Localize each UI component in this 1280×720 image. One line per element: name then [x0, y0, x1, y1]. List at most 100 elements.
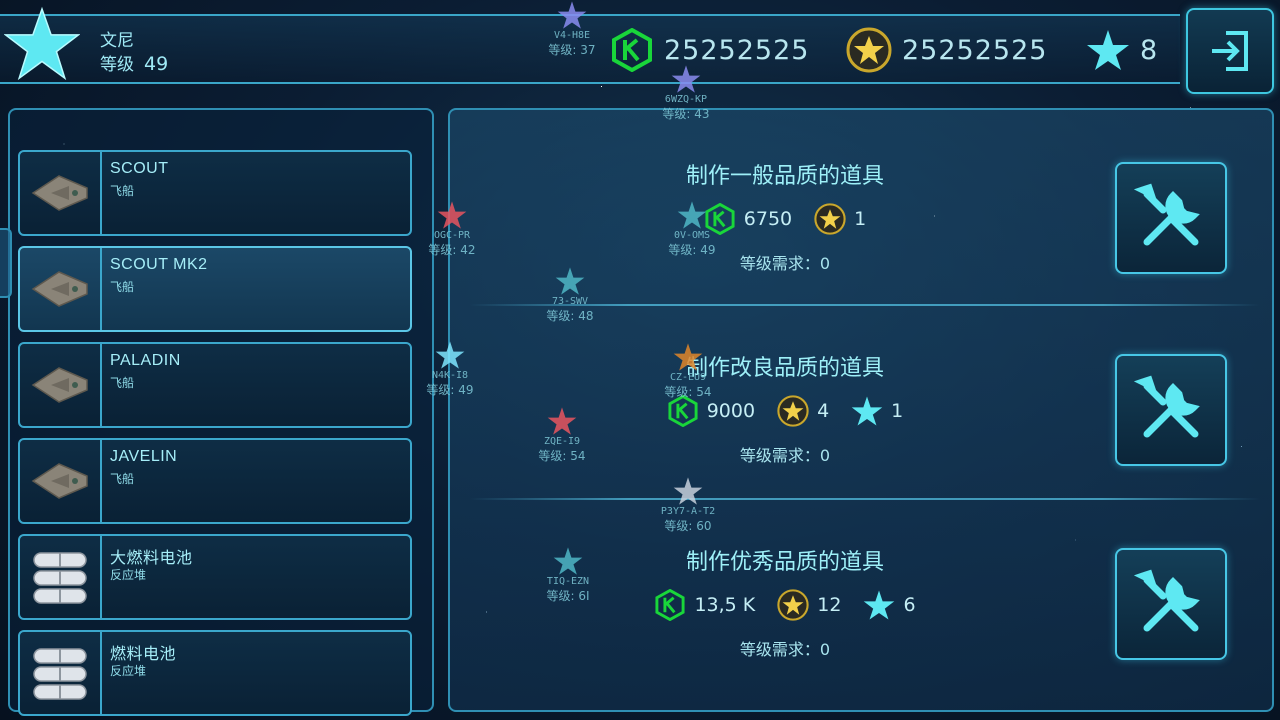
map-marker[interactable]: N4K-I8 等级: 49 — [418, 340, 482, 398]
marker-star-icon — [437, 201, 467, 229]
map-marker[interactable]: ZQE-I9 等级: 54 — [530, 406, 594, 464]
item-type: 飞船 — [110, 376, 135, 390]
marker-level: 等级: 54 — [664, 385, 712, 399]
item-thumbnail — [20, 248, 102, 330]
requirement-label: 等级需求： — [739, 446, 820, 465]
credit-hex-icon — [612, 28, 652, 72]
item-thumbnail — [20, 536, 102, 618]
marker-star-icon — [555, 267, 585, 295]
marker-level: 等级: 49 — [668, 243, 716, 257]
gold-star-coin-icon — [777, 395, 809, 427]
level-value: 49 — [144, 53, 169, 75]
marker-star-icon — [677, 201, 707, 229]
section-divider — [470, 498, 1260, 500]
marker-star-icon — [553, 547, 583, 575]
item-thumbnail — [20, 440, 102, 522]
item-type: 反应堆 — [110, 568, 147, 582]
map-marker[interactable]: 6WZQ-KP 等级: 43 — [654, 64, 718, 122]
marker-star-icon — [673, 343, 703, 371]
craft-button[interactable] — [1115, 548, 1227, 660]
item-type: 飞船 — [110, 280, 135, 294]
marker-code: N4K-I8 — [431, 370, 469, 381]
map-marker[interactable]: 73-SWV 等级: 48 — [538, 266, 602, 324]
item-name: SCOUT — [110, 160, 169, 177]
map-marker[interactable]: TIQ-EZN 等级: 6I — [536, 546, 600, 604]
map-marker[interactable]: P3Y7-A-T2 等级: 60 — [656, 476, 720, 534]
ship-icon — [31, 271, 88, 307]
item-type: 飞船 — [110, 472, 135, 486]
credit-cost: 6750 — [743, 208, 793, 230]
marker-star-icon — [673, 477, 703, 505]
map-marker[interactable]: V4-H8E 等级: 37 — [540, 0, 604, 58]
tools-icon — [1133, 569, 1200, 632]
tools-icon — [1133, 375, 1200, 438]
cyan-star-icon — [1087, 30, 1129, 70]
exit-button[interactable] — [1186, 8, 1274, 94]
marker-code: 0V-OMS — [673, 230, 711, 241]
marker-level: 等级: 60 — [664, 519, 712, 533]
craft-button[interactable] — [1115, 162, 1227, 274]
item-card[interactable]: 大燃料电池 反应堆 — [18, 534, 412, 620]
marker-level: 等级: 49 — [426, 383, 474, 397]
level-label: 等级 — [100, 55, 134, 75]
marker-code: P3Y7-A-T2 — [660, 506, 716, 517]
marker-star-icon — [547, 407, 577, 435]
marker-level: 等级: 48 — [546, 309, 594, 323]
item-thumbnail — [20, 344, 102, 426]
item-thumbnail — [20, 632, 102, 714]
marker-star-icon — [557, 1, 587, 29]
fuel-cell-icon — [33, 552, 87, 604]
item-type: 反应堆 — [110, 664, 147, 678]
marker-star-icon — [671, 65, 701, 93]
item-card[interactable]: PALADIN 飞船 — [18, 342, 412, 428]
map-marker[interactable]: 0V-OMS 等级: 49 — [660, 200, 724, 258]
item-thumbnail — [20, 152, 102, 234]
gold-star-coin-icon — [777, 589, 809, 621]
marker-level: 等级: 6I — [546, 589, 590, 603]
requirement-label: 等级需求： — [739, 254, 820, 273]
fuel-cell-icon — [33, 648, 87, 700]
marker-code: OGC-PR — [433, 230, 471, 241]
cyan-star-icon — [851, 396, 883, 426]
requirement-label: 等级需求： — [739, 640, 820, 659]
craft-button[interactable] — [1115, 354, 1227, 466]
cyan-star-icon — [864, 590, 895, 620]
level-requirement: 等级需求：0 — [590, 442, 980, 466]
requirement-value: 0 — [819, 254, 831, 273]
map-marker[interactable]: OGC-PR 等级: 42 — [420, 200, 484, 258]
marker-code: V4-H8E — [553, 30, 591, 41]
item-card[interactable]: 燃料电池 反应堆 — [18, 630, 412, 716]
coin-cost: 4 — [817, 400, 830, 422]
coins-value: 25252525 — [902, 34, 1048, 66]
marker-code: 73-SWV — [551, 296, 589, 307]
marker-code: TIQ-EZN — [546, 576, 590, 587]
item-card[interactable]: SCOUT 飞船 — [18, 150, 412, 236]
star-cost: 6 — [903, 594, 916, 616]
item-card[interactable]: SCOUT MK2 飞船 — [18, 246, 412, 332]
marker-level: 等级: 42 — [428, 243, 476, 257]
marker-code: 6WZQ-KP — [664, 94, 708, 105]
ship-icon — [31, 367, 88, 403]
item-name: JAVELIN — [110, 448, 178, 465]
gold-star-coin-icon — [846, 27, 892, 73]
map-marker[interactable]: CZ-EU9 等级: 54 — [656, 342, 720, 400]
level-requirement: 等级需求：0 — [590, 250, 980, 274]
craft-title: 制作一般品质的道具 — [685, 164, 884, 189]
item-name: SCOUT MK2 — [110, 256, 208, 273]
coin-cost: 1 — [854, 208, 867, 230]
player-name: 文尼 — [100, 31, 134, 51]
requirement-value: 0 — [819, 446, 831, 465]
coin-cost: 12 — [817, 594, 842, 616]
ship-icon — [31, 175, 88, 211]
item-card[interactable]: JAVELIN 飞船 — [18, 438, 412, 524]
marker-star-icon — [435, 341, 465, 369]
marker-level: 等级: 43 — [662, 107, 710, 121]
item-type: 飞船 — [110, 184, 135, 198]
craft-title: 制作改良品质的道具 — [685, 356, 884, 381]
list-scroll-handle[interactable] — [0, 228, 12, 298]
gold-star-coin-icon — [814, 203, 846, 235]
level-requirement: 等级需求：0 — [590, 636, 980, 660]
coins-display: 25252525 — [846, 26, 1047, 74]
marker-level: 等级: 37 — [548, 43, 596, 57]
item-name: 大燃料电池 — [110, 550, 193, 567]
